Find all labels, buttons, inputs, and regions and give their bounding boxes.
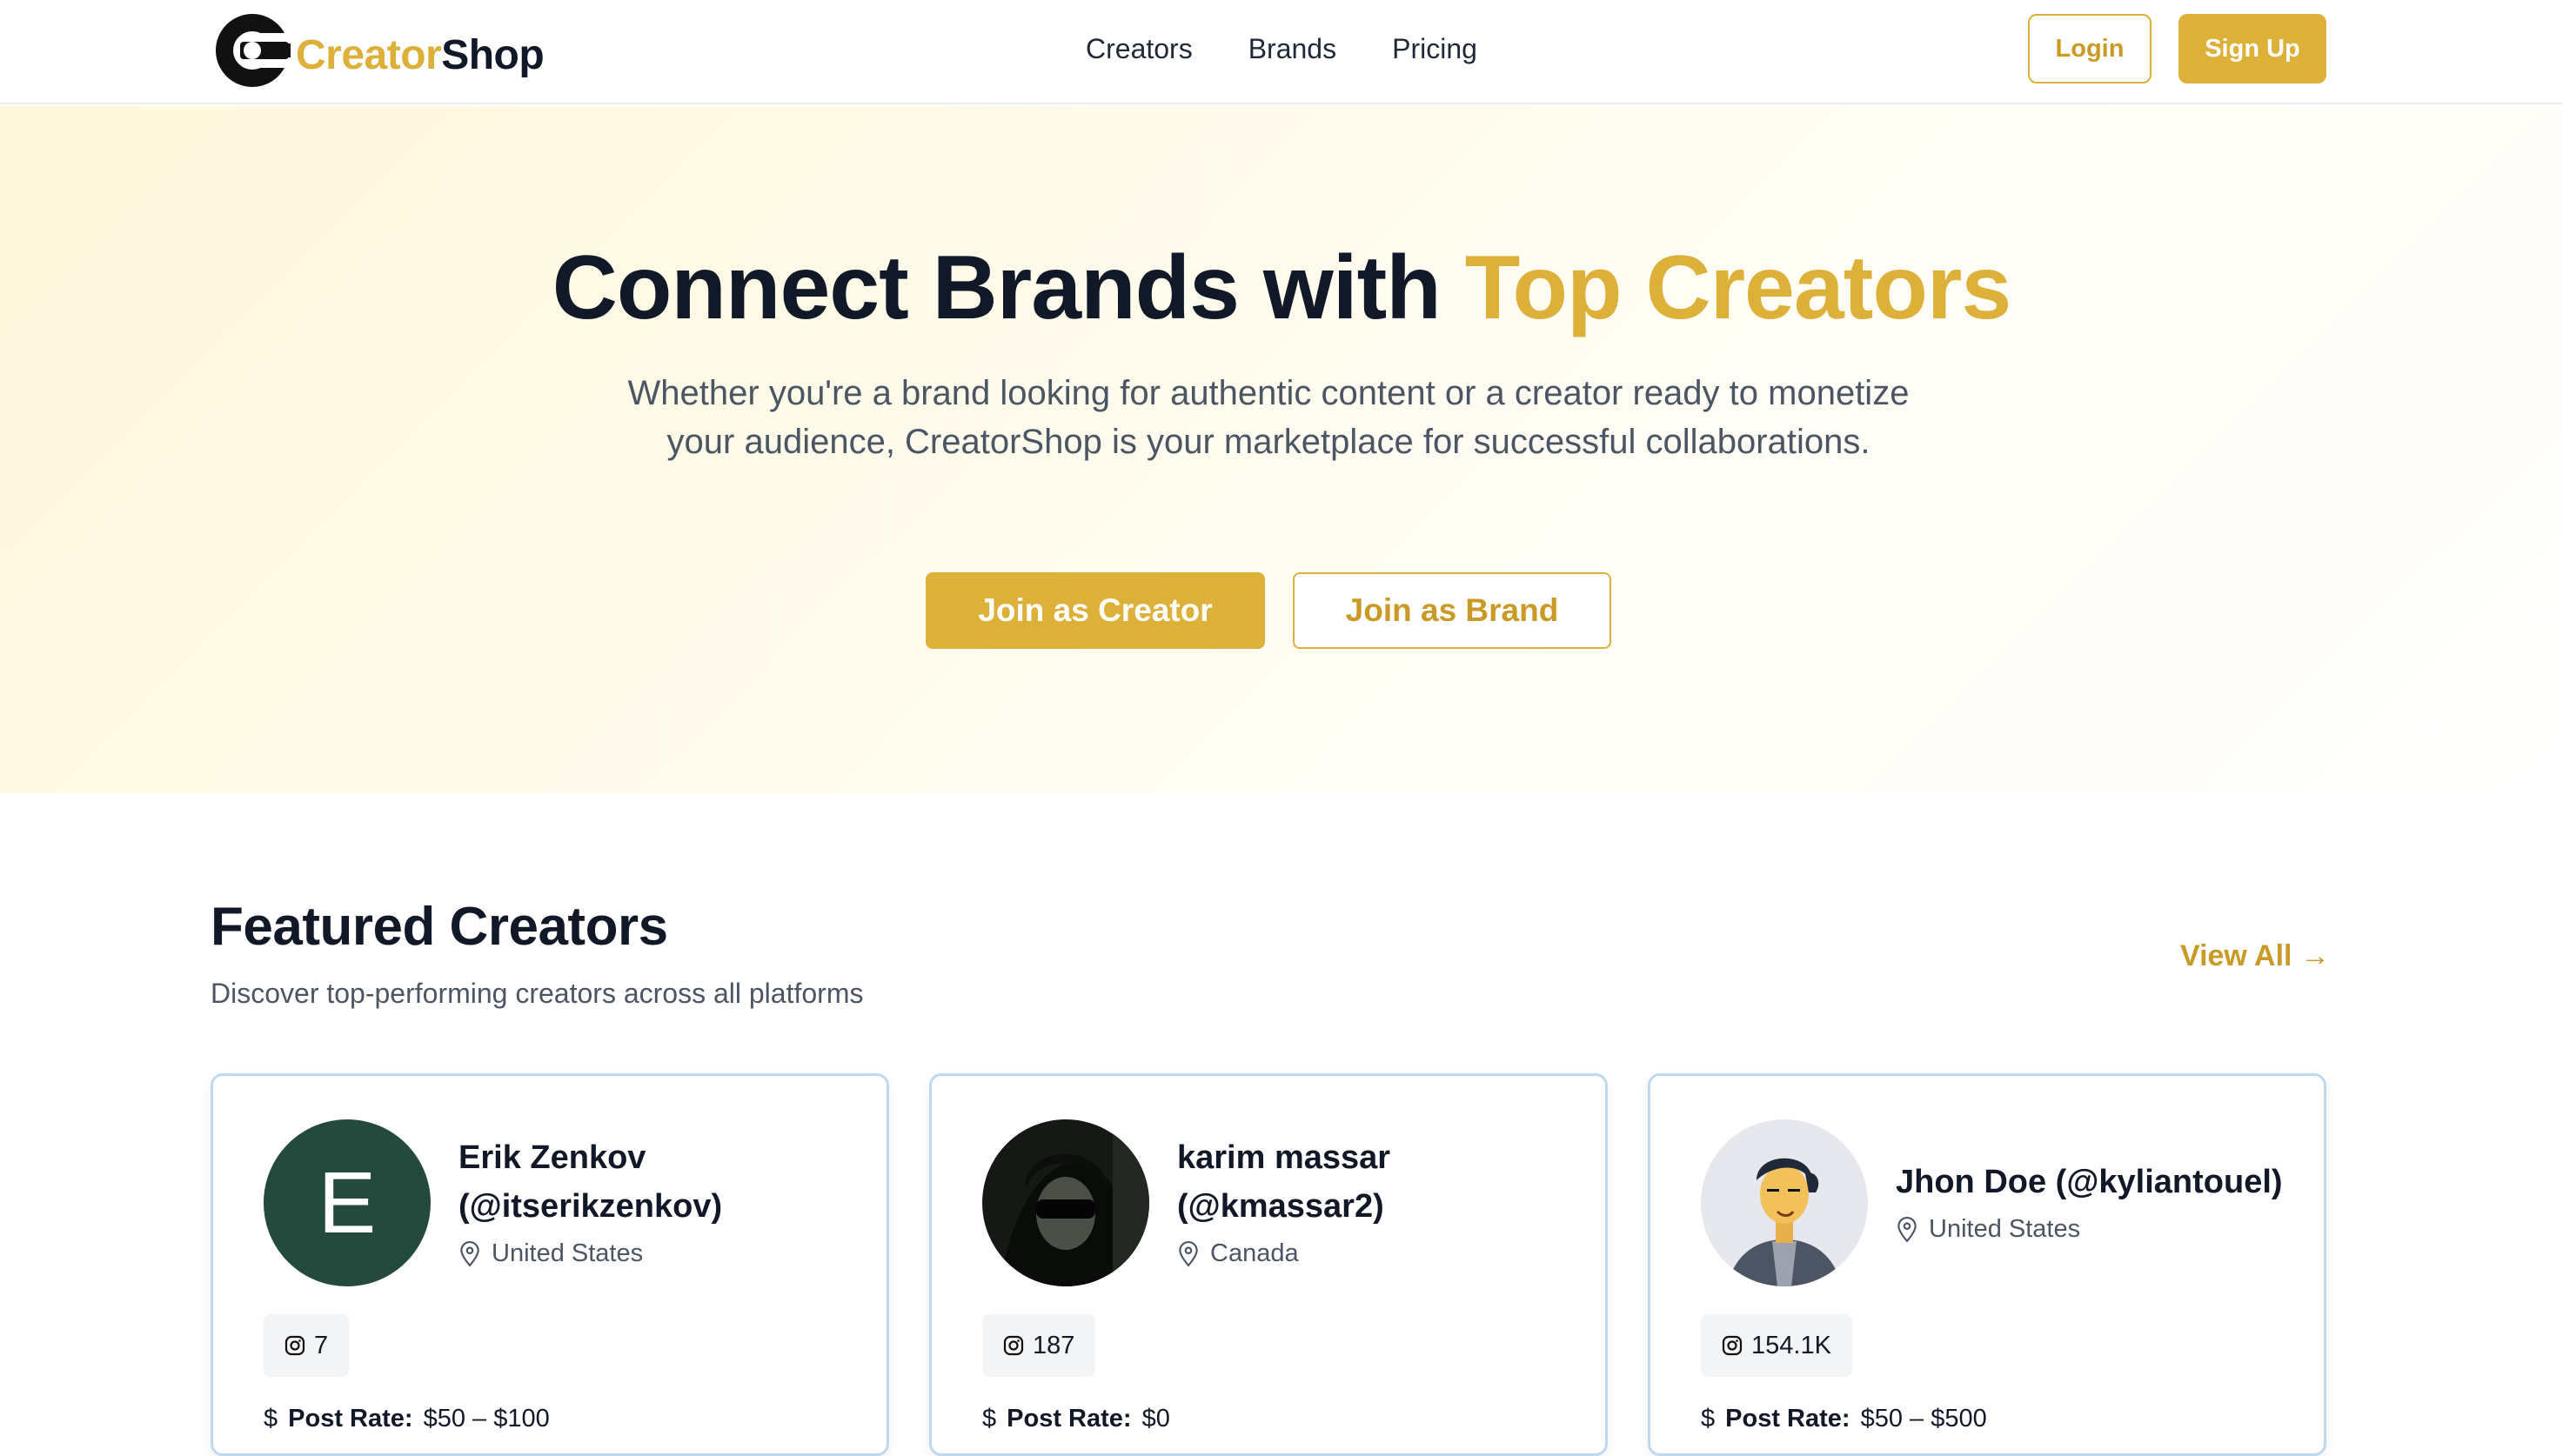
creator-handle: (@kmassar2) xyxy=(1177,1188,1384,1225)
brand-wordmark: CreatorShop xyxy=(296,31,545,78)
post-rate-label: Post Rate: xyxy=(288,1405,413,1433)
join-as-brand-button[interactable]: Join as Brand xyxy=(1293,572,1611,649)
post-rate: $ Post Rate: $50 – $500 xyxy=(1701,1405,1987,1433)
post-rate-label: Post Rate: xyxy=(1725,1405,1850,1433)
hero-section: Connect Brands with Top Creators Whether… xyxy=(0,106,2563,793)
view-all-link[interactable]: View All → xyxy=(2180,939,2330,973)
c-logo-icon xyxy=(216,14,291,87)
login-button[interactable]: Login xyxy=(2028,14,2151,83)
nav-link-brands[interactable]: Brands xyxy=(1248,26,1336,71)
avatar xyxy=(982,1119,1149,1286)
post-rate-value: $50 – $500 xyxy=(1860,1405,1987,1433)
creator-name: karim massar (@kmassar2) xyxy=(1177,1133,1390,1231)
creator-card[interactable]: karim massar (@kmassar2) Canada 187 $ Po… xyxy=(929,1073,1608,1456)
dollar-icon: $ xyxy=(264,1405,278,1433)
nav-link-pricing[interactable]: Pricing xyxy=(1392,26,1477,71)
creator-name-line1: karim massar xyxy=(1177,1139,1391,1176)
creator-name-line1: Erik Zenkov xyxy=(458,1139,646,1176)
post-rate-value: $0 xyxy=(1141,1405,1170,1433)
follower-count-badge: 7 xyxy=(264,1314,350,1377)
nav-link-creators[interactable]: Creators xyxy=(1086,26,1193,71)
creator-handle: (@itserikzenkov) xyxy=(458,1188,723,1225)
map-pin-icon xyxy=(1897,1216,1917,1242)
avatar-photo xyxy=(982,1119,1149,1286)
avatar xyxy=(1701,1119,1868,1286)
post-rate-value: $50 – $100 xyxy=(423,1405,550,1433)
follower-count-badge: 154.1K xyxy=(1701,1314,1852,1377)
post-rate: $ Post Rate: $50 – $100 xyxy=(264,1405,550,1433)
location-text: United States xyxy=(1929,1215,2081,1243)
avatar-illustration xyxy=(1701,1119,1868,1286)
hero-title-plain: Connect Brands with xyxy=(552,237,1465,338)
creator-name-line1: Jhon Doe (@kyliantouel) xyxy=(1896,1164,2283,1200)
dollar-icon: $ xyxy=(1701,1405,1716,1433)
creator-name: Jhon Doe (@kyliantouel) xyxy=(1896,1158,2283,1206)
top-navbar: CreatorShop Creators Brands Pricing Logi… xyxy=(0,0,2563,104)
hero-title-accent: Top Creators xyxy=(1464,237,2011,338)
post-rate-label: Post Rate: xyxy=(1007,1405,1132,1433)
avatar: E xyxy=(264,1119,431,1286)
nav-links: Creators Brands Pricing xyxy=(1086,26,1477,71)
brand-logo[interactable]: CreatorShop xyxy=(214,9,545,92)
creator-card[interactable]: E Erik Zenkov (@itserikzenkov) United St… xyxy=(211,1073,889,1456)
instagram-icon xyxy=(284,1335,305,1356)
hero-subtitle: Whether you're a brand looking for authe… xyxy=(627,374,1910,461)
creator-location: United States xyxy=(1896,1215,2080,1244)
instagram-icon xyxy=(1722,1335,1743,1356)
creator-location: Canada xyxy=(1177,1239,1299,1268)
dollar-icon: $ xyxy=(982,1405,997,1433)
hero-title: Connect Brands with Top Creators xyxy=(0,237,2563,340)
follower-count: 154.1K xyxy=(1751,1331,1831,1359)
signup-button[interactable]: Sign Up xyxy=(2178,14,2326,83)
post-rate: $ Post Rate: $0 xyxy=(982,1405,1170,1433)
creator-location: United States xyxy=(458,1239,643,1268)
instagram-icon xyxy=(1003,1335,1024,1356)
follower-count-badge: 187 xyxy=(982,1314,1096,1377)
join-as-creator-button[interactable]: Join as Creator xyxy=(926,572,1265,649)
map-pin-icon xyxy=(1179,1240,1198,1266)
location-text: United States xyxy=(492,1239,644,1267)
creator-card[interactable]: Jhon Doe (@kyliantouel) United States 15… xyxy=(1648,1073,2326,1456)
follower-count: 7 xyxy=(314,1331,329,1359)
location-text: Canada xyxy=(1210,1239,1299,1267)
map-pin-icon xyxy=(460,1240,479,1266)
follower-count: 187 xyxy=(1033,1331,1075,1359)
creator-name: Erik Zenkov (@itserikzenkov) xyxy=(458,1133,722,1231)
featured-subtitle: Discover top-performing creators across … xyxy=(211,978,864,1009)
featured-title: Featured Creators xyxy=(211,897,668,957)
